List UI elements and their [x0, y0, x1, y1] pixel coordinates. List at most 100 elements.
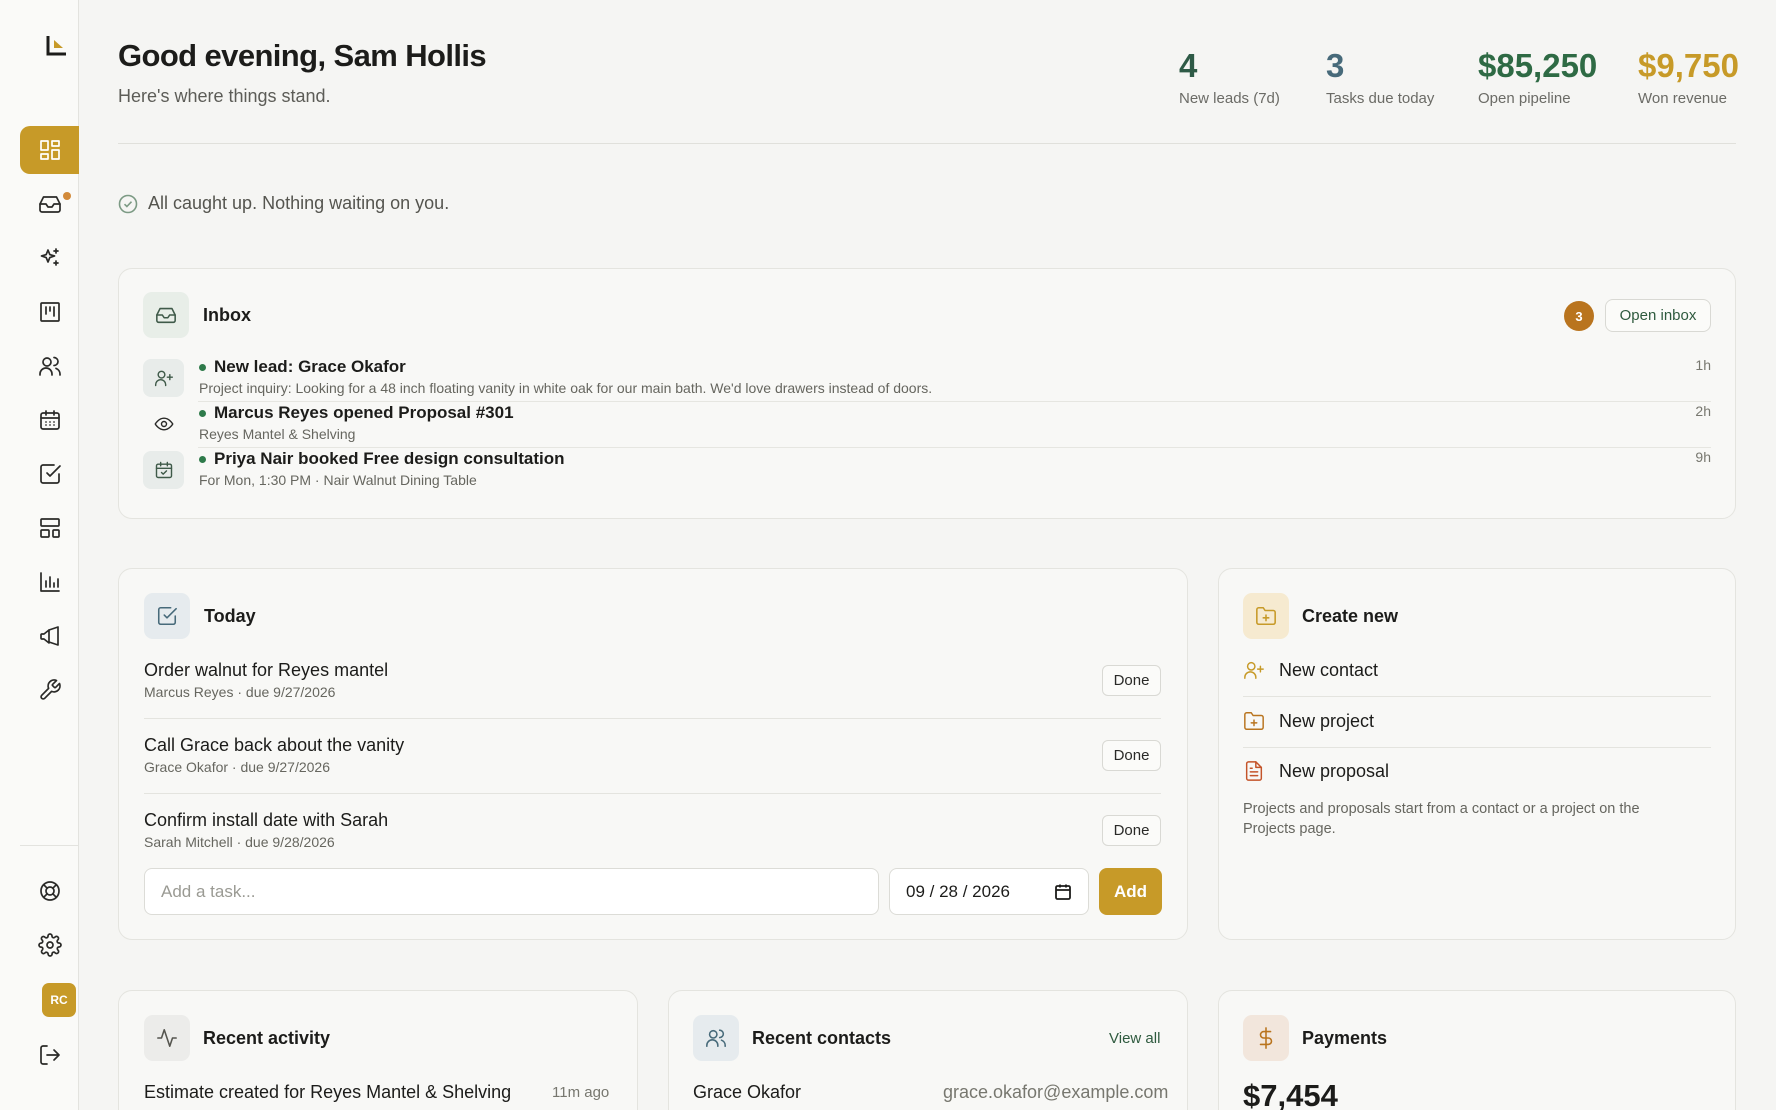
nav-board[interactable] [20, 288, 79, 336]
layout-icon [39, 518, 60, 538]
recent-contacts-title: Recent contacts [752, 1028, 892, 1048]
logo-icon[interactable] [46, 34, 68, 56]
avatar[interactable]: RC [42, 983, 76, 1017]
new-proposal-label: New proposal [1279, 760, 1390, 781]
calendar-icon [39, 410, 60, 430]
folder-plus-icon [1256, 606, 1276, 626]
create-new-card [1218, 568, 1736, 940]
users-icon [38, 356, 61, 376]
task-item: Call Grace back about the vanity Grace O… [144, 735, 1161, 775]
nav-calendar[interactable] [20, 396, 79, 444]
unread-dot [199, 455, 206, 463]
sidebar-divider [20, 845, 79, 846]
stat-tasks-due: 3 Tasks due today [1326, 46, 1434, 107]
task-title: Confirm install date with Sarah [144, 810, 389, 830]
open-inbox-button[interactable]: Open inbox [1605, 299, 1711, 332]
nav-settings[interactable] [20, 921, 79, 969]
view-all-link[interactable]: View all [1109, 1030, 1160, 1047]
contact-name[interactable]: Grace Okafor [693, 1082, 801, 1103]
sidebar: RC [0, 0, 79, 1110]
due-date-input[interactable]: 09 / 28 / 2026 [889, 868, 1089, 915]
user-plus-icon [1244, 661, 1264, 679]
inbox-item[interactable]: Marcus Reyes opened Proposal #301 Reyes … [143, 403, 1711, 448]
task-subtitle: Sarah Mitchell · due 9/28/2026 [144, 834, 335, 850]
done-button[interactable]: Done [1102, 740, 1161, 771]
unread-dot [199, 409, 206, 417]
divider [144, 793, 1161, 794]
header-divider [118, 143, 1736, 144]
done-button[interactable]: Done [1102, 815, 1161, 846]
nav-reports[interactable] [20, 558, 79, 606]
recent-activity-card-icon [144, 1015, 190, 1061]
inbox-item-time: 1h [1695, 357, 1711, 373]
done-button[interactable]: Done [1102, 665, 1161, 696]
new-project-link[interactable]: New project [1243, 710, 1374, 732]
file-text-icon [1245, 761, 1263, 781]
task-subtitle: Marcus Reyes · due 9/27/2026 [144, 684, 336, 700]
unread-dot [199, 363, 206, 371]
today-card-icon [144, 593, 190, 639]
check-square-icon [157, 606, 177, 626]
inbox-title: Inbox [203, 305, 251, 325]
divider [1243, 696, 1711, 697]
calendar-icon [155, 461, 172, 479]
divider [144, 718, 1161, 719]
inbox-card-icon [143, 292, 189, 338]
add-task-button[interactable]: Add [1099, 868, 1162, 915]
nav-marketing[interactable] [20, 612, 79, 660]
payments-title: Payments [1302, 1028, 1388, 1048]
divider [198, 401, 1711, 402]
new-proposal-link[interactable]: New proposal [1243, 760, 1389, 782]
kanban-icon [39, 302, 60, 322]
inbox-icon [156, 307, 176, 324]
task-item: Order walnut for Reyes mantel Marcus Rey… [144, 660, 1161, 700]
nav-contacts[interactable] [20, 342, 79, 390]
add-task-input[interactable]: Add a task... [144, 868, 879, 915]
inbox-item-icon [143, 405, 184, 443]
inbox-item-icon [143, 359, 184, 397]
users-icon [706, 1029, 726, 1048]
new-contact-link[interactable]: New contact [1243, 659, 1378, 681]
stat-value: $85,250 [1478, 47, 1598, 84]
nav-help[interactable] [20, 867, 79, 915]
inbox-item-title-text: Marcus Reyes opened Proposal #301 [214, 403, 514, 422]
activity-item-text[interactable]: Estimate created for Reyes Mantel & Shel… [144, 1082, 511, 1103]
activity-item-time: 11m ago [552, 1084, 610, 1101]
nav-inbox[interactable] [20, 180, 79, 228]
recent-activity-title: Recent activity [203, 1028, 331, 1048]
inbox-item-time: 2h [1695, 403, 1711, 419]
nav-templates[interactable] [20, 504, 79, 552]
stat-label: Open pipeline [1478, 90, 1571, 107]
task-title: Call Grace back about the vanity [144, 735, 405, 755]
stat-new-leads: 4 New leads (7d) [1179, 46, 1280, 107]
sparkles-icon [40, 248, 59, 266]
nav-ai[interactable] [20, 234, 79, 282]
check-circle-icon [118, 194, 138, 213]
inbox-item-subtitle: Reyes Mantel & Shelving [199, 426, 356, 442]
user-plus-icon [154, 370, 173, 387]
due-date-value: 09 / 28 / 2026 [906, 881, 1010, 901]
inbox-item-title-text: Priya Nair booked Free design consultati… [214, 449, 565, 468]
create-new-card-icon [1243, 593, 1289, 639]
nav-logout[interactable] [20, 1031, 79, 1079]
nav-tools[interactable] [20, 666, 79, 714]
today-title: Today [204, 606, 256, 626]
inbox-item-title: Priya Nair booked Free design consultati… [199, 449, 564, 469]
recent-contacts-card-icon [693, 1015, 739, 1061]
inbox-icon [38, 196, 61, 213]
help-icon [39, 881, 60, 901]
inbox-item[interactable]: New lead: Grace Okafor Project inquiry: … [143, 357, 1711, 402]
inbox-item-title: New lead: Grace Okafor [199, 357, 406, 377]
nav-tasks[interactable] [20, 450, 79, 498]
payments-card-icon [1243, 1015, 1289, 1061]
nav-dashboard[interactable] [20, 126, 79, 174]
inbox-item[interactable]: Priya Nair booked Free design consultati… [143, 449, 1711, 494]
activity-icon [157, 1028, 177, 1048]
inbox-item-subtitle: For Mon, 1:30 PM · Nair Walnut Dining Ta… [199, 472, 477, 488]
payments-amount: $7,454 [1243, 1078, 1338, 1110]
calendar-icon[interactable] [1054, 883, 1072, 901]
stat-value: $9,750 [1638, 47, 1739, 84]
megaphone-icon [39, 626, 59, 646]
divider [198, 447, 1711, 448]
folder-plus-icon [1244, 712, 1264, 730]
